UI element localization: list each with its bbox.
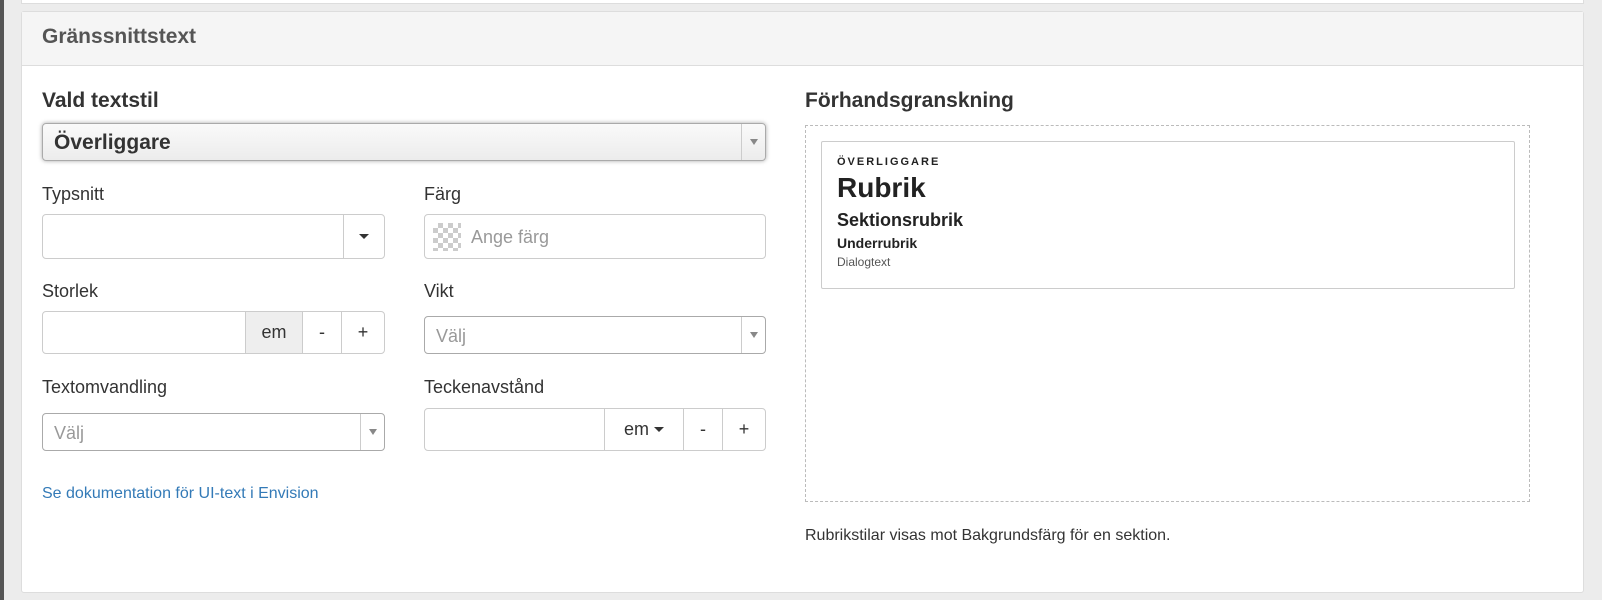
chevron-down-icon <box>360 414 384 450</box>
preview-section-title: Sektionsrubrik <box>837 210 964 230</box>
font-label: Typsnitt <box>42 184 105 204</box>
previous-panel-edge <box>21 0 1584 4</box>
letter-spacing-unit-dropdown[interactable]: em <box>604 408 684 451</box>
window-edge <box>0 0 4 600</box>
size-increase-button[interactable]: + <box>341 311 385 354</box>
weight-select[interactable]: Välj <box>424 316 766 354</box>
letter-spacing-increase-button[interactable]: + <box>722 408 766 451</box>
size-decrease-button[interactable]: - <box>302 311 342 354</box>
preview-card: ÖVERLIGGARE Rubrik Sektionsrubrik Underr… <box>821 141 1515 289</box>
letter-spacing-decrease-button[interactable]: - <box>683 408 723 451</box>
preview-subtitle: Underrubrik <box>837 235 918 251</box>
preview-area: ÖVERLIGGARE Rubrik Sektionsrubrik Underr… <box>805 125 1530 502</box>
font-input[interactable] <box>42 214 344 259</box>
size-input[interactable] <box>42 311 246 354</box>
preview-heading: Förhandsgranskning <box>805 89 1014 112</box>
text-transform-select[interactable]: Välj <box>42 413 385 451</box>
weight-placeholder: Välj <box>436 326 467 346</box>
caret-down-icon <box>359 234 369 239</box>
size-unit-addon: em <box>245 311 303 354</box>
selected-style-heading: Vald textstil <box>42 89 159 112</box>
text-transform-label: Textomvandling <box>42 377 168 397</box>
panel-header: Gränssnittstext <box>22 12 1583 66</box>
panel-title: Gränssnittstext <box>42 25 197 48</box>
color-label: Färg <box>424 184 462 204</box>
preview-note: Rubrikstilar visas mot Bakgrundsfärg för… <box>805 527 1171 544</box>
font-dropdown-button[interactable] <box>343 214 385 259</box>
weight-label: Vikt <box>424 281 454 301</box>
size-label: Storlek <box>42 281 99 301</box>
letter-spacing-label: Teckenavstånd <box>424 377 545 397</box>
caret-down-icon <box>654 427 664 432</box>
ui-text-panel: Gränssnittstext Vald textstil Överliggar… <box>21 11 1584 593</box>
color-placeholder: Ange färg <box>471 227 550 247</box>
transparent-swatch-icon[interactable] <box>433 223 461 251</box>
documentation-link[interactable]: Se dokumentation för UI-text i Envision <box>42 485 319 503</box>
chevron-down-icon <box>741 317 765 353</box>
text-transform-placeholder: Välj <box>54 423 85 443</box>
preview-dialog-text: Dialogtext <box>837 255 891 269</box>
preview-overline: ÖVERLIGGARE <box>837 156 941 168</box>
chevron-down-icon <box>741 124 765 160</box>
color-input[interactable]: Ange färg <box>424 214 766 259</box>
text-style-value: Överliggare <box>54 131 171 154</box>
preview-title: Rubrik <box>837 172 926 203</box>
letter-spacing-input[interactable] <box>424 408 605 451</box>
text-style-select[interactable]: Överliggare <box>42 123 766 161</box>
